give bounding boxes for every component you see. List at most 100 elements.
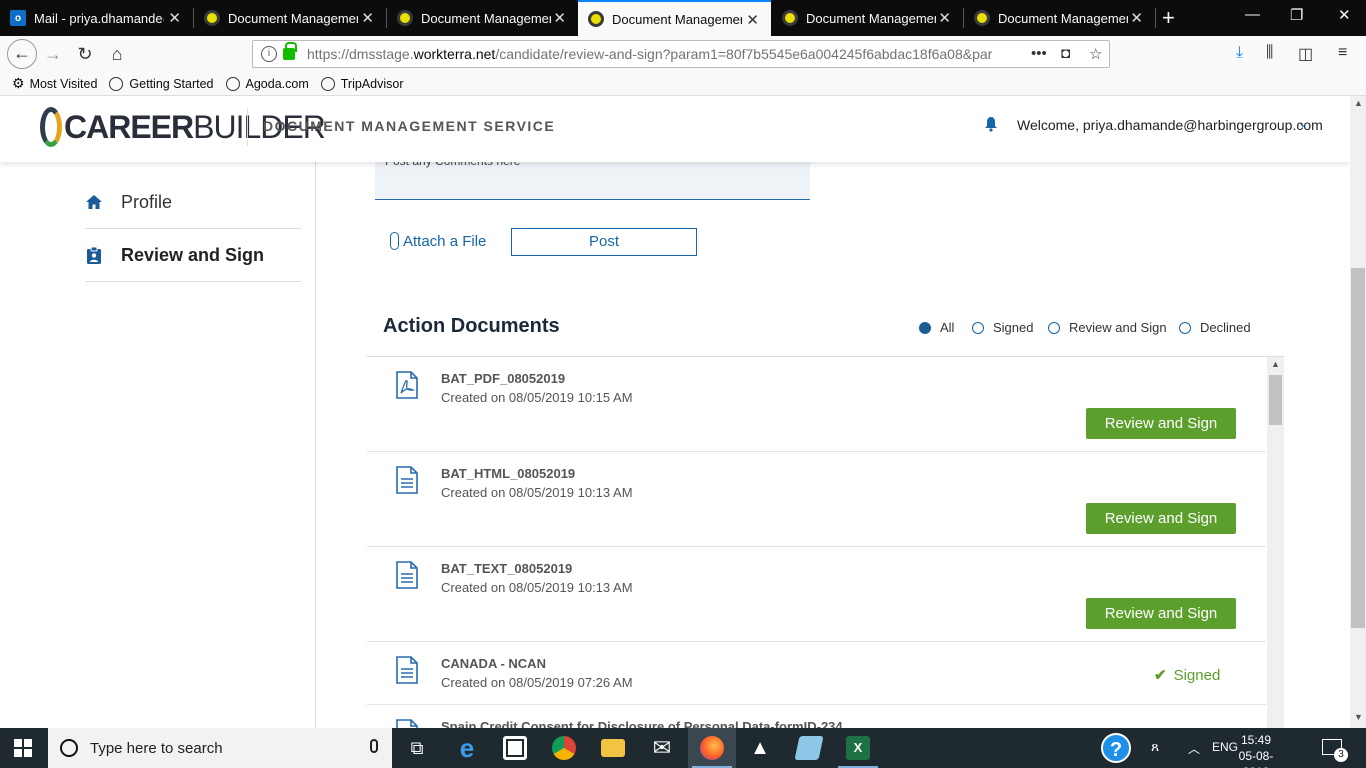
close-window-icon[interactable]: ✕	[1338, 6, 1351, 24]
document-icon	[396, 466, 418, 494]
document-row: BAT_TEXT_08052019 Created on 08/05/2019 …	[367, 547, 1266, 642]
bookmark-star-icon[interactable]: ☆	[1089, 45, 1102, 63]
tab-title: Document Management	[421, 10, 551, 26]
document-name[interactable]: Spain Credit Consent for Disclosure of P…	[441, 719, 843, 728]
store-icon[interactable]	[491, 728, 539, 768]
globe-icon	[320, 76, 335, 91]
filter-declined-radio[interactable]: Declined	[1179, 320, 1251, 335]
sidebar: Profile Review and Sign	[0, 162, 316, 728]
scroll-up-icon[interactable]: ▲	[1354, 98, 1363, 108]
mail-icon[interactable]: ✉	[638, 728, 686, 768]
system-clock[interactable]: 15:49 05-08-2019	[1236, 732, 1276, 768]
bookmark-agoda[interactable]: Agoda.com	[225, 76, 309, 91]
file-explorer-icon[interactable]	[589, 728, 637, 768]
document-name[interactable]: BAT_TEXT_08052019	[441, 561, 572, 576]
chevron-down-icon[interactable]: ⌄	[1298, 116, 1308, 130]
close-tab-icon[interactable]: ✕	[938, 9, 951, 27]
post-button[interactable]: Post	[511, 228, 697, 256]
people-icon[interactable]: ጸ	[1151, 738, 1159, 755]
service-title: DOCUMENT MANAGEMENT SERVICE	[263, 118, 556, 134]
sidebar-toggle-icon[interactable]: ◫	[1298, 44, 1313, 64]
bookmark-tripadvisor[interactable]: TripAdvisor	[320, 76, 404, 91]
minimize-icon[interactable]: —	[1245, 6, 1260, 23]
checkmark-icon: ✔	[1154, 667, 1167, 684]
document-icon	[396, 561, 418, 589]
scroll-down-icon[interactable]: ▼	[1354, 712, 1363, 722]
forward-icon[interactable]: →	[40, 42, 66, 68]
new-tab-icon[interactable]: +	[1162, 5, 1175, 31]
language-indicator[interactable]: ENG	[1212, 740, 1238, 754]
tab-document-management[interactable]: Document Management ✕	[964, 0, 1155, 36]
tab-mail[interactable]: o Mail - priya.dhamande@ ✕	[0, 0, 193, 36]
restore-icon[interactable]: ❐	[1290, 6, 1303, 24]
document-name[interactable]: BAT_PDF_08052019	[441, 371, 565, 386]
home-icon[interactable]: ⌂	[104, 42, 130, 68]
chevron-up-icon[interactable]: ︿	[1188, 740, 1200, 757]
filter-signed-radio[interactable]: Signed	[972, 320, 1033, 335]
chrome-icon[interactable]	[540, 728, 588, 768]
photos-icon[interactable]: ▲	[736, 728, 784, 768]
attach-file-link[interactable]: Attach a File	[390, 232, 486, 250]
sidebar-item-review-and-sign[interactable]: Review and Sign	[85, 229, 301, 282]
document-name[interactable]: CANADA - NCAN	[441, 656, 546, 671]
filter-label: Signed	[993, 320, 1034, 335]
document-name[interactable]: BAT_HTML_08052019	[441, 466, 575, 481]
review-and-sign-button[interactable]: Review and Sign	[1086, 503, 1236, 534]
document-list-scrollbar[interactable]: ▲	[1267, 357, 1284, 728]
ellipsis-icon[interactable]: •••	[1031, 45, 1047, 62]
scrollbar-thumb[interactable]	[1269, 375, 1282, 425]
taskbar-search-box[interactable]: Type here to search	[48, 728, 392, 768]
windows-taskbar: Type here to search ⧉ e ✉ ▲ X ? ጸ ︿ ENG …	[0, 728, 1366, 768]
bookmark-getting-started[interactable]: Getting Started	[109, 76, 214, 91]
tab-document-management[interactable]: Document Management ✕	[194, 0, 386, 36]
edge-icon[interactable]: e	[443, 728, 491, 768]
close-tab-icon[interactable]: ✕	[553, 9, 566, 27]
close-tab-icon[interactable]: ✕	[361, 9, 374, 27]
review-and-sign-button[interactable]: Review and Sign	[1086, 598, 1236, 629]
welcome-user-menu[interactable]: Welcome, priya.dhamande@harbingergroup.c…	[1017, 117, 1323, 133]
document-row: BAT_HTML_08052019 Created on 08/05/2019 …	[367, 452, 1266, 547]
task-view-icon[interactable]: ⧉	[393, 728, 441, 768]
snipping-tool-icon[interactable]	[785, 728, 833, 768]
pocket-icon[interactable]: ◘	[1061, 45, 1070, 62]
bookmark-most-visited[interactable]: ⚙ Most Visited	[12, 75, 97, 92]
windows-start-icon[interactable]	[14, 739, 32, 757]
filter-label: Review and Sign	[1069, 320, 1167, 335]
url-text[interactable]: https://dmsstage.workterra.net/candidate…	[307, 46, 997, 62]
tab-document-management-active[interactable]: Document Management ✕	[578, 0, 771, 36]
tab-title: Document Management	[998, 10, 1128, 26]
document-row: CANADA - NCAN Created on 08/05/2019 07:2…	[367, 642, 1266, 705]
tab-title: Document Management	[612, 11, 742, 27]
document-created-date: Created on 08/05/2019 10:15 AM	[441, 390, 633, 405]
tab-document-management[interactable]: Document Management ✕	[387, 0, 578, 36]
excel-icon[interactable]: X	[834, 728, 882, 768]
back-icon[interactable]: ←	[7, 39, 37, 69]
scroll-up-icon[interactable]: ▲	[1271, 359, 1280, 369]
bell-icon[interactable]	[984, 116, 998, 132]
firefox-icon[interactable]	[688, 728, 736, 768]
menu-icon[interactable]: ≡	[1338, 44, 1347, 62]
dms-icon	[588, 11, 604, 27]
sidebar-item-profile[interactable]: Profile	[85, 176, 301, 229]
bookmark-label: TripAdvisor	[340, 76, 404, 91]
download-icon[interactable]: ⤓	[1236, 44, 1243, 62]
library-icon[interactable]: ⫼	[1266, 44, 1273, 62]
close-tab-icon[interactable]: ✕	[746, 11, 759, 29]
filter-review-and-sign-radio[interactable]: Review and Sign	[1048, 320, 1167, 335]
filter-all-radio[interactable]: All	[919, 320, 954, 335]
document-created-date: Created on 08/05/2019 10:13 AM	[441, 580, 633, 595]
bookmark-label: Getting Started	[129, 76, 214, 91]
close-tab-icon[interactable]: ✕	[1130, 9, 1143, 27]
close-tab-icon[interactable]: ✕	[168, 9, 181, 27]
reload-icon[interactable]: ↻	[72, 42, 98, 68]
address-bar[interactable]: i https://dmsstage.workterra.net/candida…	[252, 40, 1110, 68]
microphone-icon[interactable]	[370, 739, 378, 753]
tab-document-management[interactable]: Document Management ✕	[772, 0, 963, 36]
info-icon[interactable]: i	[261, 46, 277, 62]
taskbar-search-placeholder: Type here to search	[90, 739, 223, 757]
help-icon[interactable]: ?	[1101, 733, 1131, 763]
scrollbar-thumb[interactable]	[1351, 268, 1365, 628]
app-header: CAREERBUILDER DOCUMENT MANAGEMENT SERVIC…	[0, 96, 1350, 162]
review-and-sign-button[interactable]: Review and Sign	[1086, 408, 1236, 439]
page-scrollbar[interactable]: ▲ ▼	[1350, 96, 1366, 728]
